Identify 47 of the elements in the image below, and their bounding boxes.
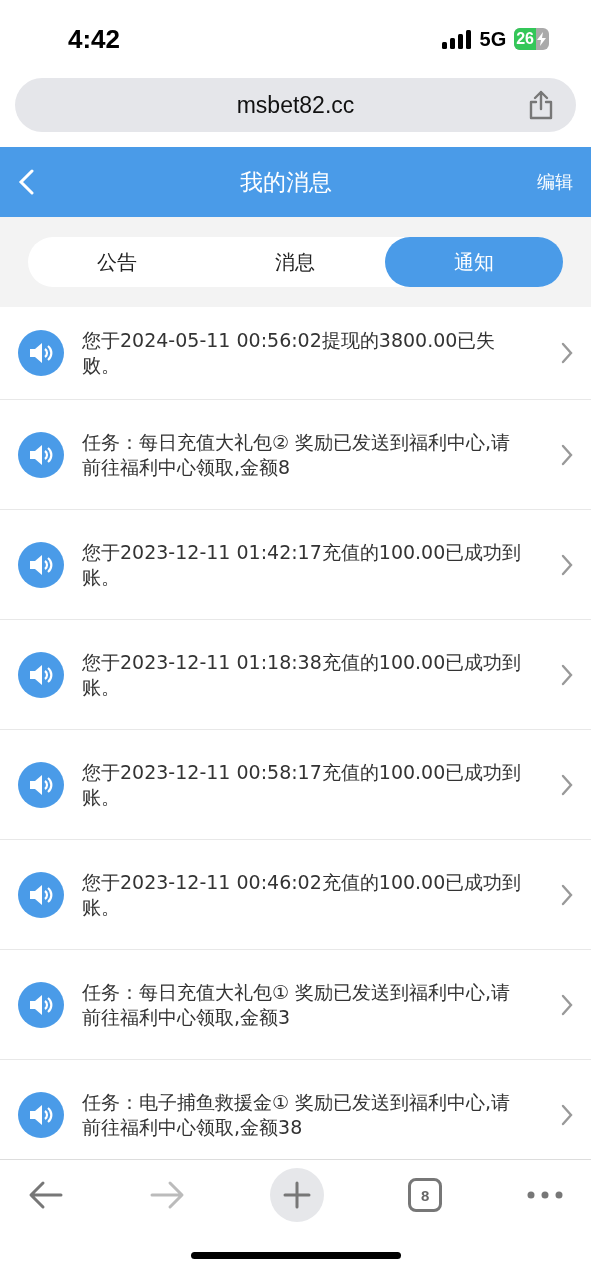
network-label: 5G xyxy=(479,27,507,51)
notification-row[interactable]: 您于2023-12-11 01:42:17充值的100.00已成功到账。 xyxy=(0,510,591,620)
notification-text: 您于2023-12-11 00:46:02充值的100.00已成功到账。 xyxy=(82,869,523,920)
notification-text: 您于2023-12-11 00:58:17充值的100.00已成功到账。 xyxy=(82,759,523,810)
tabs-button[interactable]: 8 xyxy=(408,1178,443,1212)
notification-row[interactable]: 您于2024-05-11 00:56:02提现的3800.00已失败。 xyxy=(0,307,591,400)
speaker-icon xyxy=(18,541,64,588)
notification-text: 您于2023-12-11 01:18:38充值的100.00已成功到账。 xyxy=(82,649,523,700)
notification-text: 任务：每日充值大礼包① 奖励已发送到福利中心,请前往福利中心领取,金额3 xyxy=(82,979,512,1030)
chevron-icon xyxy=(561,773,573,796)
back-arrow-icon[interactable] xyxy=(28,1180,64,1210)
notification-text: 您于2024-05-11 00:56:02提现的3800.00已失败。 xyxy=(82,328,497,378)
plus-icon xyxy=(282,1181,311,1209)
tab[interactable]: 消息 xyxy=(206,237,385,287)
chevron-icon xyxy=(561,443,573,466)
chevron-icon xyxy=(561,342,573,364)
notification-row[interactable]: 您于2023-12-11 00:46:02充值的100.00已成功到账。 xyxy=(0,840,591,950)
status-time: 4:42 xyxy=(68,23,122,55)
chevron-icon xyxy=(561,663,573,686)
new-tab-button[interactable] xyxy=(269,1168,324,1222)
chevron-icon xyxy=(561,993,573,1016)
speaker-icon xyxy=(18,761,64,808)
speaker-icon xyxy=(18,981,64,1028)
notification-row[interactable]: 任务：每日充值大礼包① 奖励已发送到福利中心,请前往福利中心领取,金额3 xyxy=(0,950,591,1060)
address-bar[interactable]: msbet82.cc xyxy=(15,78,576,132)
tab[interactable]: 公告 xyxy=(28,237,207,287)
chevron-icon xyxy=(561,553,573,576)
speaker-icon xyxy=(18,871,64,918)
notification-row[interactable]: 任务：每日充值大礼包② 奖励已发送到福利中心,请前往福利中心领取,金额8 xyxy=(0,400,591,510)
back-icon[interactable] xyxy=(18,169,34,195)
notification-text: 任务：电子捕鱼救援金① 奖励已发送到福利中心,请前往福利中心领取,金额38 xyxy=(82,1089,512,1140)
speaker-icon xyxy=(18,330,64,376)
speaker-icon xyxy=(18,431,64,478)
page-title: 我的消息 xyxy=(238,167,333,197)
notification-row[interactable]: 任务：电子捕鱼救援金① 奖励已发送到福利中心,请前往福利中心领取,金额38 xyxy=(0,1060,591,1159)
battery-icon: 26 xyxy=(514,28,549,50)
speaker-icon xyxy=(18,1091,64,1138)
signal-icon xyxy=(441,29,472,49)
notification-text: 您于2023-12-11 01:42:17充值的100.00已成功到账。 xyxy=(82,539,523,590)
notification-row[interactable]: 您于2023-12-11 01:18:38充值的100.00已成功到账。 xyxy=(0,620,591,730)
share-icon[interactable] xyxy=(528,90,554,120)
more-icon[interactable] xyxy=(527,1190,563,1200)
notification-text: 任务：每日充值大礼包② 奖励已发送到福利中心,请前往福利中心领取,金额8 xyxy=(82,429,512,480)
speaker-icon xyxy=(18,651,64,698)
chevron-icon xyxy=(561,883,573,906)
chevron-icon xyxy=(561,1103,573,1126)
notification-row[interactable]: 您于2023-12-11 00:58:17充值的100.00已成功到账。 xyxy=(0,730,591,840)
